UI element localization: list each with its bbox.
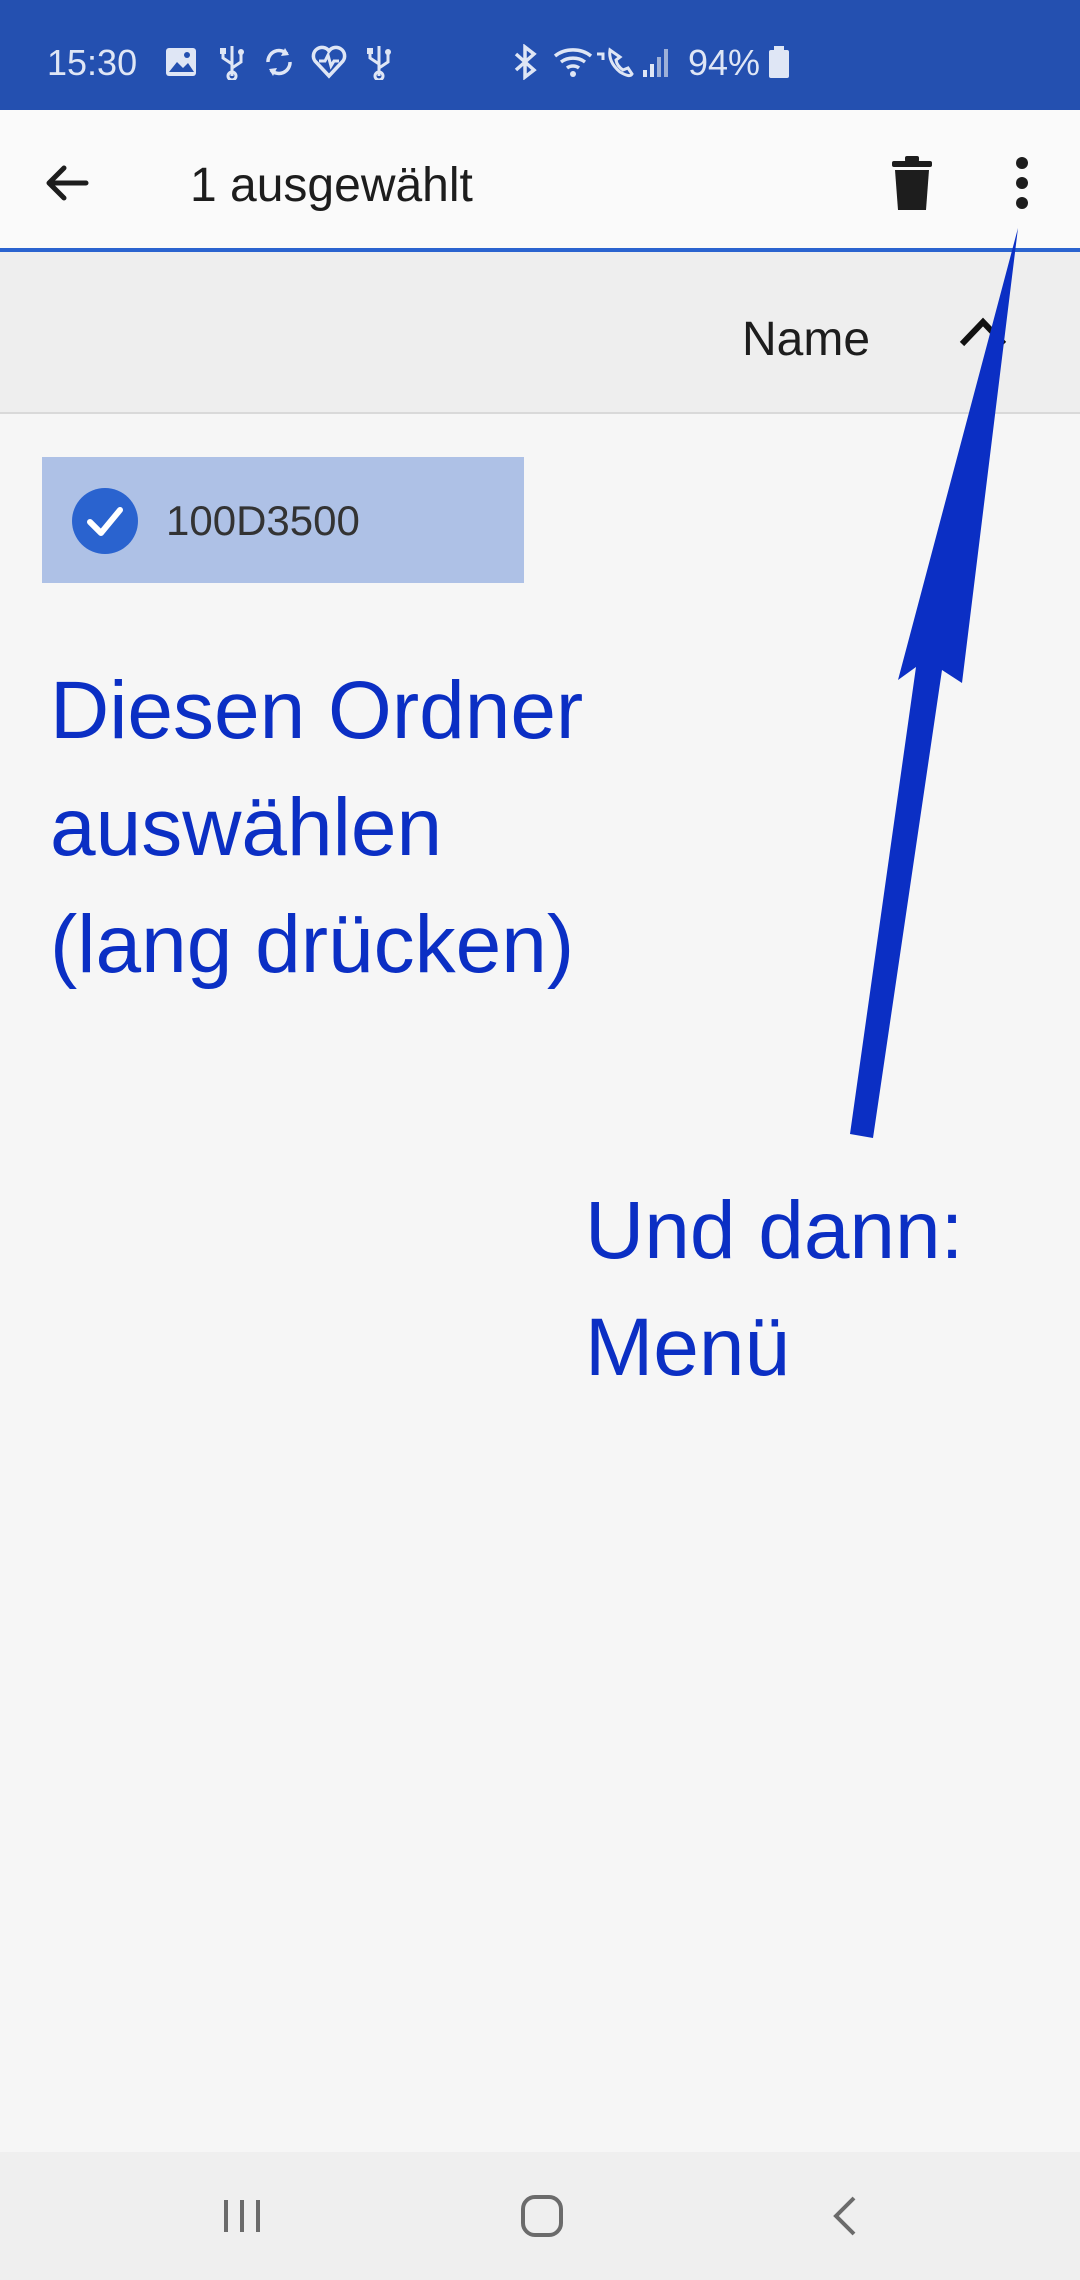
back-icon[interactable] — [830, 2194, 860, 2238]
annotation-arrow — [850, 228, 1018, 1138]
home-icon[interactable] — [520, 2194, 564, 2238]
navigation-bar — [0, 2152, 1080, 2280]
recents-icon[interactable] — [220, 2196, 264, 2236]
